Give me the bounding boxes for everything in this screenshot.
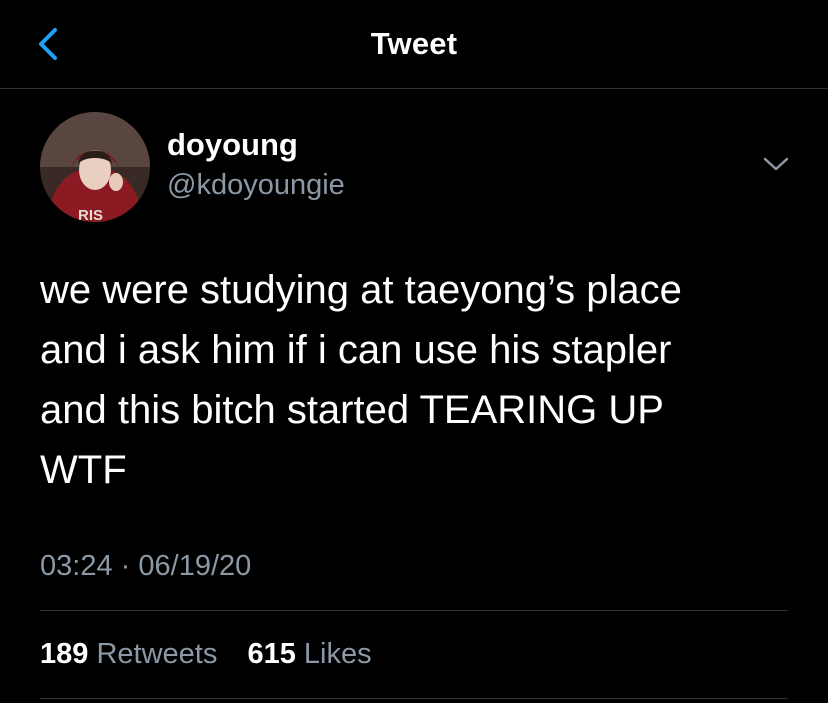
page-title: Tweet xyxy=(370,26,458,61)
divider xyxy=(40,610,788,611)
meta-separator: · xyxy=(120,550,131,582)
retweets-count: 189 xyxy=(40,638,89,670)
tweet-date: 06/19/20 xyxy=(138,550,252,582)
author-handle: @kdoyoungie xyxy=(167,169,345,201)
retweets-label: Retweets xyxy=(96,638,218,670)
tweet-stats: 189 Retweets 615 Likes xyxy=(40,638,372,671)
avatar-hoodie-text: RIS xyxy=(78,207,103,222)
likes-stat[interactable]: 615 Likes xyxy=(239,638,371,670)
author-display-name[interactable]: doyoung xyxy=(167,127,298,163)
divider xyxy=(40,698,788,699)
top-navigation-bar: Tweet xyxy=(0,0,828,89)
retweets-stat[interactable]: 189 Retweets xyxy=(40,638,225,670)
avatar[interactable]: RIS xyxy=(40,112,150,222)
likes-count: 615 xyxy=(247,638,296,670)
chevron-down-icon xyxy=(760,152,792,176)
tweet-menu-button[interactable] xyxy=(760,152,792,176)
tweet-timestamp: 03:24 · 06/19/20 xyxy=(40,550,251,583)
likes-label: Likes xyxy=(303,638,372,670)
tweet-text: we were studying at taeyong’s place and … xyxy=(40,268,682,492)
tweet-time: 03:24 xyxy=(40,550,113,582)
